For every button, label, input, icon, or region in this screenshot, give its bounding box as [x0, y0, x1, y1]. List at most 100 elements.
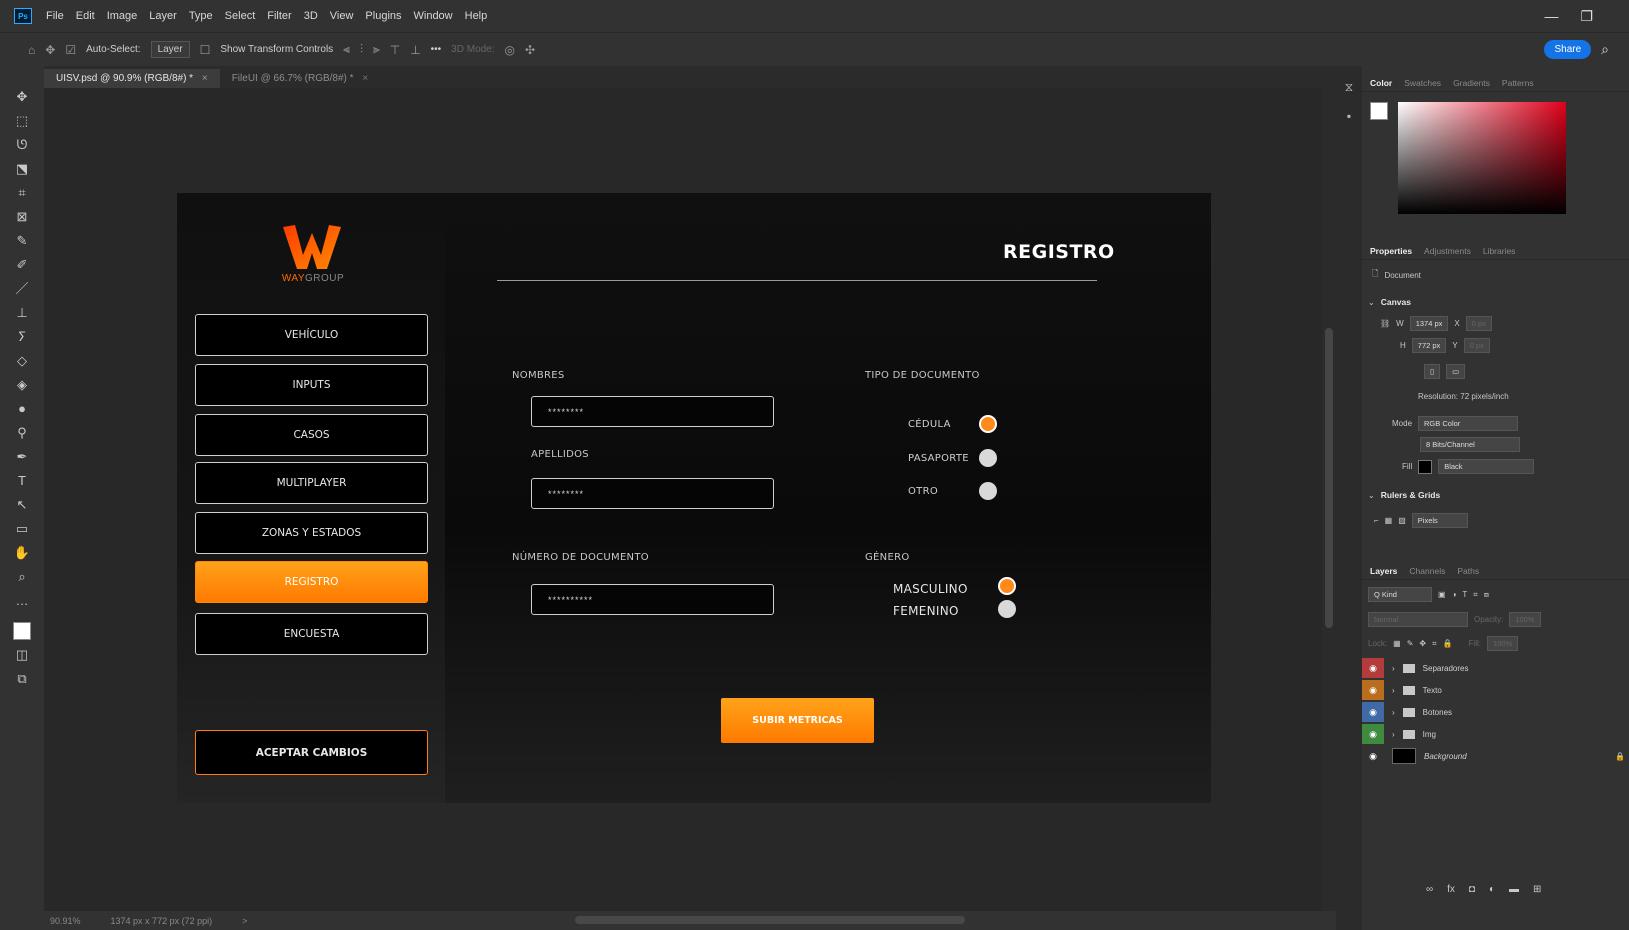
blend-mode-select[interactable]: Normal	[1368, 612, 1468, 627]
menu-filter[interactable]: Filter	[261, 10, 297, 22]
lock-brush-icon[interactable]: ✎	[1407, 639, 1414, 648]
pan-3d-icon[interactable]: ✣	[525, 43, 535, 57]
align-left-icon[interactable]: ⫷	[343, 42, 350, 57]
layer-row[interactable]: ◉ › Img	[1362, 724, 1629, 744]
zoom-level[interactable]: 90.91%	[50, 916, 81, 926]
status-arrow-icon[interactable]: >	[242, 916, 247, 926]
link-icon[interactable]: ⛓	[1380, 319, 1390, 328]
menu-help[interactable]: Help	[459, 10, 494, 22]
nav-button-registro[interactable]: REGISTRO	[195, 561, 428, 603]
apellidos-field[interactable]: ********	[531, 478, 774, 509]
portrait-icon[interactable]: ▯	[1424, 364, 1441, 379]
zoom-tool-icon[interactable]: ⌕	[10, 568, 34, 586]
fill-select[interactable]: Black	[1438, 459, 1535, 474]
eyedropper-tool-icon[interactable]: ✎	[10, 232, 34, 250]
lasso-tool-icon[interactable]: ᘎ	[10, 136, 34, 154]
foreground-swatch[interactable]	[1370, 102, 1388, 120]
otro-radio[interactable]	[979, 482, 997, 500]
frame-tool-icon[interactable]: ⊠	[10, 208, 34, 226]
foreground-color-swatch[interactable]	[13, 622, 31, 640]
menu-type[interactable]: Type	[183, 10, 219, 22]
kind-filter-select[interactable]: Q Kind	[1368, 587, 1432, 602]
type-tool-icon[interactable]: T	[10, 472, 34, 490]
align-top-icon[interactable]: ⊤	[390, 43, 400, 57]
pasaporte-radio[interactable]	[979, 449, 997, 467]
lock-position-icon[interactable]: ✥	[1419, 639, 1426, 648]
color-picker-field[interactable]	[1398, 102, 1566, 214]
ruler-icon[interactable]: ⌐	[1374, 516, 1379, 525]
numero-documento-field[interactable]: **********	[531, 584, 774, 615]
tab-libraries[interactable]: Libraries	[1483, 246, 1516, 256]
menu-plugins[interactable]: Plugins	[359, 10, 407, 22]
rectangle-tool-icon[interactable]: ▭	[10, 520, 34, 538]
marquee-tool-icon[interactable]: ⬚	[10, 112, 34, 130]
units-select[interactable]: Pixels	[1411, 513, 1468, 528]
menu-layer[interactable]: Layer	[143, 10, 183, 22]
dodge-tool-icon[interactable]: ⚲	[10, 424, 34, 442]
tab-layers[interactable]: Layers	[1370, 566, 1397, 576]
accept-changes-button[interactable]: ACEPTAR CAMBIOS	[195, 730, 428, 775]
screen-mode-icon[interactable]: ⧉	[10, 670, 34, 688]
pen-tool-icon[interactable]: ✒	[10, 448, 34, 466]
tab-swatches[interactable]: Swatches	[1404, 78, 1441, 88]
menu-file[interactable]: File	[40, 10, 70, 22]
auto-select-checkbox[interactable]: ☑	[65, 43, 76, 57]
crop-tool-icon[interactable]: ⌗	[10, 184, 34, 202]
lock-pixels-icon[interactable]: ▦	[1393, 639, 1401, 648]
layer-row[interactable]: ◉ › Texto	[1362, 680, 1629, 700]
bits-select[interactable]: 8 Bits/Channel	[1420, 437, 1520, 452]
history-brush-icon[interactable]: ⵢ	[10, 328, 34, 346]
nav-button-vehiculo[interactable]: VEHÍCULO	[195, 314, 428, 356]
visibility-eye-icon[interactable]: ◉	[1362, 724, 1384, 744]
more-options-button[interactable]: •••	[431, 44, 442, 55]
horizontal-scrollbar-thumb[interactable]	[575, 916, 965, 924]
nav-button-zonas[interactable]: ZONAS Y ESTADOS	[195, 512, 428, 554]
x-field[interactable]: 0 px	[1465, 316, 1492, 331]
chevron-down-icon[interactable]: ⌄	[1368, 298, 1375, 307]
adjustment-filter-icon[interactable]: ◑	[1452, 590, 1457, 599]
smart-filter-icon[interactable]: ⧈	[1484, 590, 1489, 600]
lock-all-icon[interactable]: 🔒	[1443, 639, 1453, 648]
layer-row[interactable]: ◉ › Separadores	[1362, 658, 1629, 678]
masculino-radio[interactable]	[998, 577, 1016, 595]
y-field[interactable]: 0 px	[1463, 338, 1490, 353]
fill-opacity-field[interactable]: 100%	[1487, 636, 1519, 651]
comments-panel-icon[interactable]: ▪	[1347, 109, 1351, 123]
menu-view[interactable]: View	[324, 10, 360, 22]
mode-select[interactable]: RGB Color	[1418, 416, 1519, 431]
tab-paths[interactable]: Paths	[1457, 566, 1479, 576]
width-field[interactable]: 1374 px	[1409, 316, 1449, 331]
cedula-radio[interactable]	[979, 415, 997, 433]
history-panel-icon[interactable]: ⧖	[1345, 80, 1353, 95]
expand-arrow-icon[interactable]: ›	[1392, 708, 1395, 717]
visibility-eye-icon[interactable]: ◉	[1362, 702, 1384, 722]
show-transform-checkbox[interactable]: ☐	[200, 43, 211, 57]
menu-select[interactable]: Select	[219, 10, 262, 22]
tab-fileui[interactable]: FileUI @ 66.7% (RGB/8#) * ×	[220, 69, 380, 88]
visibility-eye-icon[interactable]: ◉	[1362, 680, 1384, 700]
gradient-tool-icon[interactable]: ◈	[10, 376, 34, 394]
nav-button-casos[interactable]: CASOS	[195, 414, 428, 456]
more-tools-icon[interactable]: …	[10, 592, 34, 610]
pixel-filter-icon[interactable]: ▣	[1438, 590, 1446, 599]
align-middle-icon[interactable]: ⊥	[410, 43, 420, 57]
guides-icon[interactable]: ▨	[1398, 516, 1406, 525]
opacity-field[interactable]: 100%	[1509, 612, 1541, 627]
menu-3d[interactable]: 3D	[298, 10, 324, 22]
vertical-scrollbar[interactable]	[1322, 88, 1336, 911]
landscape-icon[interactable]: ▭	[1446, 364, 1466, 379]
restore-button[interactable]: ❐	[1580, 8, 1593, 25]
home-icon[interactable]: ⌂	[28, 43, 35, 57]
fx-icon[interactable]: fx	[1447, 884, 1455, 895]
scrollbar-thumb[interactable]	[1325, 328, 1333, 628]
menu-edit[interactable]: Edit	[70, 10, 101, 22]
artboard[interactable]: WAYGROUP VEHÍCULO INPUTS CASOS MULTIPLAY…	[177, 193, 1211, 803]
nombres-field[interactable]: ********	[531, 396, 774, 427]
align-right-icon[interactable]: ⫸	[373, 42, 380, 57]
new-layer-icon[interactable]: ⊞	[1533, 884, 1541, 895]
search-icon[interactable]: ⌕	[1601, 41, 1609, 58]
stamp-tool-icon[interactable]: ⊥	[10, 304, 34, 322]
tab-uisv[interactable]: UISV.psd @ 90.9% (RGB/8#) * ×	[44, 69, 220, 88]
layer-row[interactable]: ◉ › Botones	[1362, 702, 1629, 722]
rulers-section[interactable]: ⌄ Rulers & Grids	[1368, 490, 1440, 500]
